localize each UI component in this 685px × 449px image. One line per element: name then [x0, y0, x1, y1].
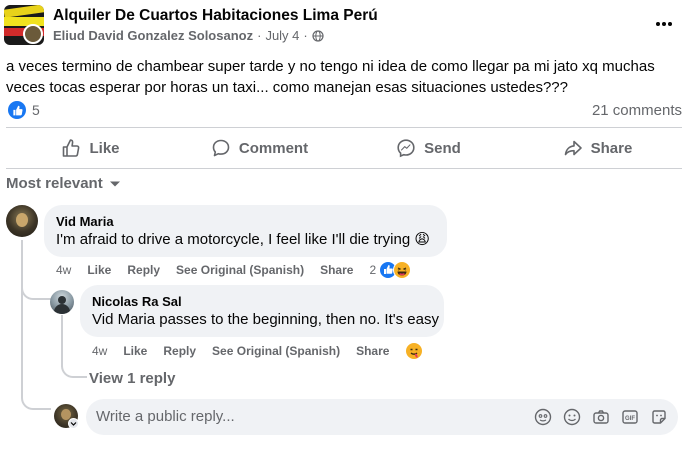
reply-author-avatar[interactable] — [50, 290, 74, 314]
more-horizontal-icon — [656, 22, 672, 26]
comment-author-link[interactable]: Vid Maria — [56, 213, 435, 230]
sort-label: Most relevant — [6, 175, 103, 192]
comment-text: I'm afraid to drive a motorcycle, I feel… — [56, 231, 430, 248]
post-actions: Like Comment Send Share — [6, 131, 682, 165]
like-label: Like — [89, 139, 120, 157]
like-button[interactable]: Like — [6, 131, 175, 165]
messenger-icon — [397, 139, 415, 158]
reactions-summary: 5 21 comments — [6, 100, 682, 122]
avatar-sticker-icon[interactable] — [533, 407, 552, 426]
thread-connector-reply-box — [21, 386, 51, 410]
thread-connector-view-reply — [61, 360, 87, 378]
thread-connector-reply — [21, 270, 51, 300]
reply-placeholder: Write a public reply... — [96, 408, 235, 425]
share-button[interactable]: Share — [513, 131, 682, 165]
reply-see-original-button[interactable]: See Original (Spanish) — [212, 344, 340, 358]
reaction-picker-icon[interactable] — [405, 342, 423, 360]
meta-separator: · — [257, 28, 262, 43]
meta-separator-2: · — [303, 28, 308, 43]
reply-actions: 4w Like Reply See Original (Spanish) Sha… — [92, 342, 423, 360]
reply-like-button[interactable]: Like — [123, 344, 147, 358]
emoji-icon[interactable] — [562, 407, 581, 426]
haha-reaction-icon — [393, 261, 412, 279]
globe-icon — [312, 29, 324, 42]
comment-reply-button[interactable]: Reply — [127, 263, 160, 277]
group-avatar[interactable] — [4, 5, 44, 45]
comment-bubble: Vid Maria I'm afraid to drive a motorcyc… — [44, 205, 447, 257]
more-options-button[interactable] — [650, 12, 678, 36]
reply-reply-button[interactable]: Reply — [163, 344, 196, 358]
comment-share-button[interactable]: Share — [320, 263, 353, 277]
send-button[interactable]: Send — [344, 131, 513, 165]
comment-label: Comment — [238, 139, 309, 157]
reply-tools: GIF — [533, 407, 668, 426]
reply-share-button[interactable]: Share — [356, 344, 389, 358]
view-replies-button[interactable]: View 1 reply — [89, 370, 175, 387]
gif-icon[interactable]: GIF — [620, 407, 639, 426]
commenter-avatar[interactable] — [6, 205, 38, 237]
share-label: Share — [590, 139, 633, 157]
reply-input[interactable]: Write a public reply... GIF — [86, 399, 678, 435]
reply-author-link[interactable]: Nicolas Ra Sal — [92, 293, 432, 310]
camera-icon[interactable] — [591, 407, 610, 426]
see-original-button[interactable]: See Original (Spanish) — [176, 263, 304, 277]
comment-button[interactable]: Comment — [175, 131, 344, 165]
post-meta: Eliud David Gonzalez Solosanoz · July 4 … — [53, 28, 324, 43]
send-label: Send — [424, 139, 461, 157]
comment-timestamp[interactable]: 4w — [56, 263, 71, 277]
post-header: Alquiler De Cuartos Habitaciones Lima Pe… — [0, 0, 685, 52]
chevron-down-icon — [109, 181, 120, 186]
post-date-link[interactable]: July 4 — [265, 28, 299, 43]
comment-icon — [212, 139, 230, 157]
comments-count-link[interactable]: 21 comments — [592, 102, 682, 119]
comment-actions: 4w Like Reply See Original (Spanish) Sha… — [56, 261, 412, 279]
comment-sort-dropdown[interactable]: Most relevant — [6, 175, 121, 192]
thread-line-main — [21, 240, 23, 390]
divider-top — [6, 127, 682, 128]
like-reaction-icon[interactable] — [8, 101, 26, 119]
svg-text:GIF: GIF — [625, 415, 635, 421]
reply-bubble: Nicolas Ra Sal Vid Maria passes to the b… — [80, 285, 444, 337]
group-name-link[interactable]: Alquiler De Cuartos Habitaciones Lima Pe… — [53, 7, 378, 25]
reply-text: Vid Maria passes to the beginning, then … — [92, 311, 439, 328]
share-arrow-icon — [564, 140, 582, 156]
post-text: a veces termino de chambear super tarde … — [6, 58, 655, 96]
author-avatar[interactable] — [23, 24, 43, 44]
comment-reaction-count[interactable]: 2 — [369, 263, 376, 277]
reaction-count[interactable]: 5 — [32, 102, 40, 118]
divider-bottom — [6, 168, 682, 169]
account-switch-chevron-icon[interactable] — [68, 418, 79, 429]
reply-timestamp[interactable]: 4w — [92, 344, 107, 358]
author-name-link[interactable]: Eliud David Gonzalez Solosanoz — [53, 28, 253, 43]
sticker-icon[interactable] — [649, 407, 668, 426]
comment-reactions[interactable] — [379, 261, 412, 279]
comment-like-button[interactable]: Like — [87, 263, 111, 277]
thumb-up-icon — [63, 139, 80, 157]
